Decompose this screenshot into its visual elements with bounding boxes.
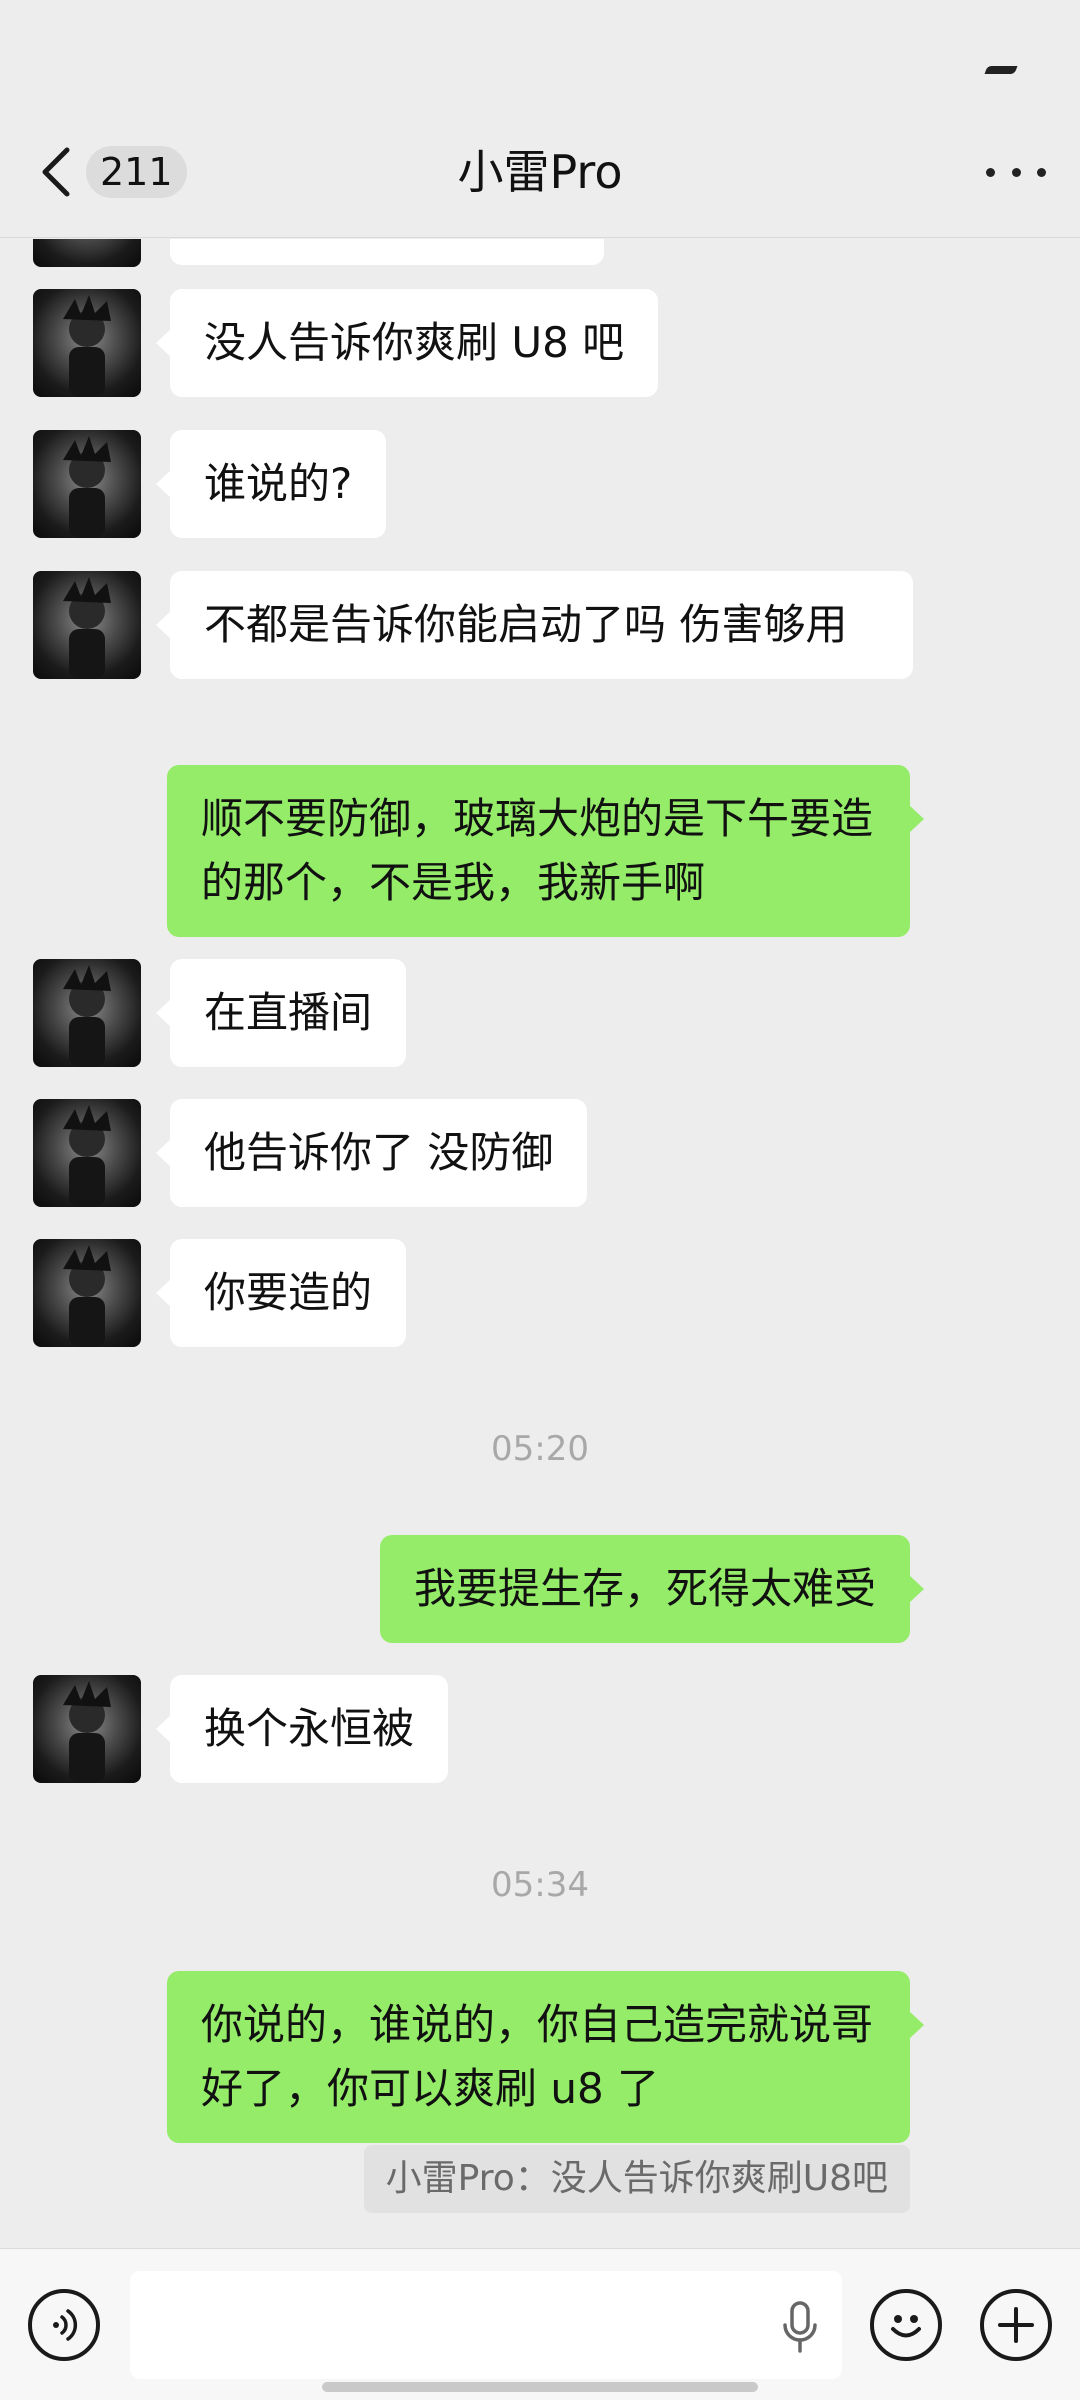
contact-avatar[interactable]	[33, 571, 141, 679]
incoming-message[interactable]: 换个永恒被	[155, 1675, 449, 1783]
home-indicator[interactable]	[322, 2382, 758, 2392]
more-options-button[interactable]	[986, 152, 1046, 192]
contact-avatar[interactable]	[33, 239, 141, 267]
message-input[interactable]	[130, 2271, 842, 2379]
chat-title: 小雷Pro	[457, 145, 623, 199]
more-functions-button[interactable]	[980, 2289, 1052, 2361]
emoji-button[interactable]	[870, 2289, 942, 2361]
incoming-message[interactable]: 在直播间	[155, 959, 407, 1067]
incoming-message[interactable]: 不都是告诉你能启动了吗 伤害够用	[156, 571, 913, 679]
emoji-icon	[891, 2315, 921, 2338]
incoming-message[interactable]: 你要造的	[155, 1239, 407, 1347]
incoming-message[interactable]: 他告诉你了 没防御	[155, 1099, 588, 1207]
contact-avatar[interactable]	[33, 959, 141, 1067]
input-bar	[0, 2248, 1080, 2400]
voice-icon	[53, 2309, 78, 2341]
message-timestamp: 05:34	[491, 1865, 589, 1905]
status-bar	[0, 0, 1080, 100]
message-list[interactable]: 没人告诉你爽刷 U8 吧 谁说的? 不都是告诉你能启动了吗 伤害够用 顺不要防御…	[0, 239, 1080, 2249]
contact-avatar[interactable]	[33, 430, 141, 538]
dot-icon	[986, 167, 995, 177]
incoming-message[interactable]: 没人告诉你爽刷 U8 吧	[155, 289, 659, 397]
quoted-message[interactable]: 小雷Pro：没人告诉你爽刷U8吧	[363, 2145, 910, 2213]
dot-icon	[1037, 167, 1046, 177]
outgoing-message[interactable]: 我要提生存，死得太难受	[379, 1535, 925, 1643]
contact-avatar[interactable]	[33, 1675, 141, 1783]
voice-mode-button[interactable]	[28, 2289, 100, 2361]
outgoing-message[interactable]: 你说的，谁说的，你自己造完就说哥好了，你可以爽刷 u8 了	[167, 1971, 924, 2143]
microphone-icon[interactable]	[780, 2301, 820, 2353]
outgoing-message[interactable]: 顺不要防御，玻璃大炮的是下午要造的那个，不是我，我新手啊	[167, 765, 924, 937]
status-indicator	[984, 66, 1018, 74]
message-timestamp: 05:20	[491, 1429, 589, 1469]
incoming-message[interactable]: 谁说的?	[155, 430, 387, 538]
contact-avatar[interactable]	[33, 1099, 141, 1207]
chat-header: 211 小雷Pro	[0, 100, 1080, 238]
contact-avatar[interactable]	[33, 1239, 141, 1347]
contact-avatar[interactable]	[33, 289, 141, 397]
dot-icon	[1011, 167, 1021, 177]
partial-message-bubble	[170, 239, 604, 265]
plus-icon	[998, 2307, 1034, 2343]
